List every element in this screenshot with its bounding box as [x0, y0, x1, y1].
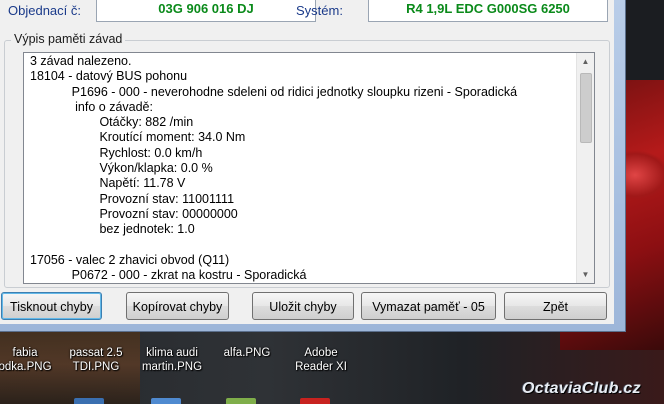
header-row: Objednací č: 03G 906 016 DJ Systém: R4 1…	[0, 0, 614, 22]
fault-line: Otáčky: 882 /min	[30, 115, 194, 130]
desktop-icon-klima[interactable]: klima audi martin.PNG	[133, 346, 211, 374]
app-window: Objednací č: 03G 906 016 DJ Systém: R4 1…	[0, 0, 626, 332]
fault-line: info o závadě:	[30, 99, 153, 114]
desktop-icon-label: passat 2.5 TDI.PNG	[69, 347, 123, 373]
fault-line: Kroutící moment: 34.0 Nm	[30, 130, 246, 145]
image-file-icon[interactable]	[151, 398, 181, 404]
fault-line: P0672 - 000 - zkrat na kostru - Sporadic…	[30, 268, 307, 283]
fault-memory-lines: 3 závad nalezeno. 18104 - datový BUS poh…	[30, 54, 517, 283]
desktop-icon-fabia[interactable]: fabia odka.PNG	[0, 346, 64, 374]
fault-line: Výkon/klapka: 0.0 %	[30, 161, 213, 176]
fault-line: Provozní stav: 11001111	[30, 191, 235, 206]
desktop-icon-label: Adobe Reader XI	[295, 347, 347, 373]
fault-line: Provozní stav: 00000000	[30, 206, 238, 221]
order-number-label: Objednací č:	[8, 3, 81, 18]
desktop-icon-alfa[interactable]: alfa.PNG	[208, 346, 286, 360]
fault-line: 18104 - datový BUS pohonu	[30, 69, 188, 84]
fault-memory-textbox[interactable]: 3 závad nalezeno. 18104 - datový BUS poh…	[23, 52, 595, 284]
system-label: Systém:	[296, 3, 343, 18]
clear-memory-button[interactable]: Vymazat paměť - 05	[361, 292, 496, 320]
scrollbar-thumb[interactable]	[580, 73, 592, 143]
fault-line: 17056 - valec 2 zhavici obvod (Q11)	[30, 252, 230, 267]
desktop-icon-label: alfa.PNG	[223, 347, 271, 359]
print-faults-button[interactable]: Tisknout chyby	[1, 292, 102, 320]
desktop-icon-passat[interactable]: passat 2.5 TDI.PNG	[57, 346, 135, 374]
image-file-icon[interactable]	[74, 398, 104, 404]
fault-line: Napětí: 11.78 V	[30, 176, 186, 191]
adobe-reader-icon[interactable]	[300, 398, 330, 404]
fault-line: Rychlost: 0.0 km/h	[30, 145, 203, 160]
vertical-scrollbar[interactable]: ▲ ▼	[576, 53, 594, 283]
back-button[interactable]: Zpět	[504, 292, 607, 320]
image-file-icon[interactable]	[226, 398, 256, 404]
order-number-field: 03G 906 016 DJ	[96, 0, 316, 22]
fault-line: 3 závad nalezeno.	[30, 54, 132, 68]
fault-line	[30, 238, 517, 253]
fault-line: bez jednotek: 1.0	[30, 222, 195, 237]
system-field: R4 1,9L EDC G000SG 6250	[368, 0, 608, 22]
desktop-icon-adobe-reader[interactable]: Adobe Reader XI	[282, 346, 360, 374]
fault-memory-group: Výpis paměti závad 3 závad nalezeno. 181…	[4, 32, 610, 288]
desktop-icon-label: fabia odka.PNG	[0, 347, 52, 373]
copy-faults-button[interactable]: Kopírovat chyby	[126, 292, 229, 320]
fault-line: P1696 - 000 - neverohodne sdeleni od rid…	[30, 84, 518, 99]
save-faults-button[interactable]: Uložit chyby	[252, 292, 354, 320]
desktop-icon-label: klima audi martin.PNG	[141, 347, 203, 373]
fault-memory-title: Výpis paměti závad	[11, 32, 126, 46]
scroll-up-arrow-icon[interactable]: ▲	[577, 53, 594, 70]
window-client-area: Objednací č: 03G 906 016 DJ Systém: R4 1…	[0, 0, 614, 324]
scroll-down-arrow-icon[interactable]: ▼	[577, 266, 594, 283]
watermark: OctaviaClub.cz	[522, 380, 641, 397]
